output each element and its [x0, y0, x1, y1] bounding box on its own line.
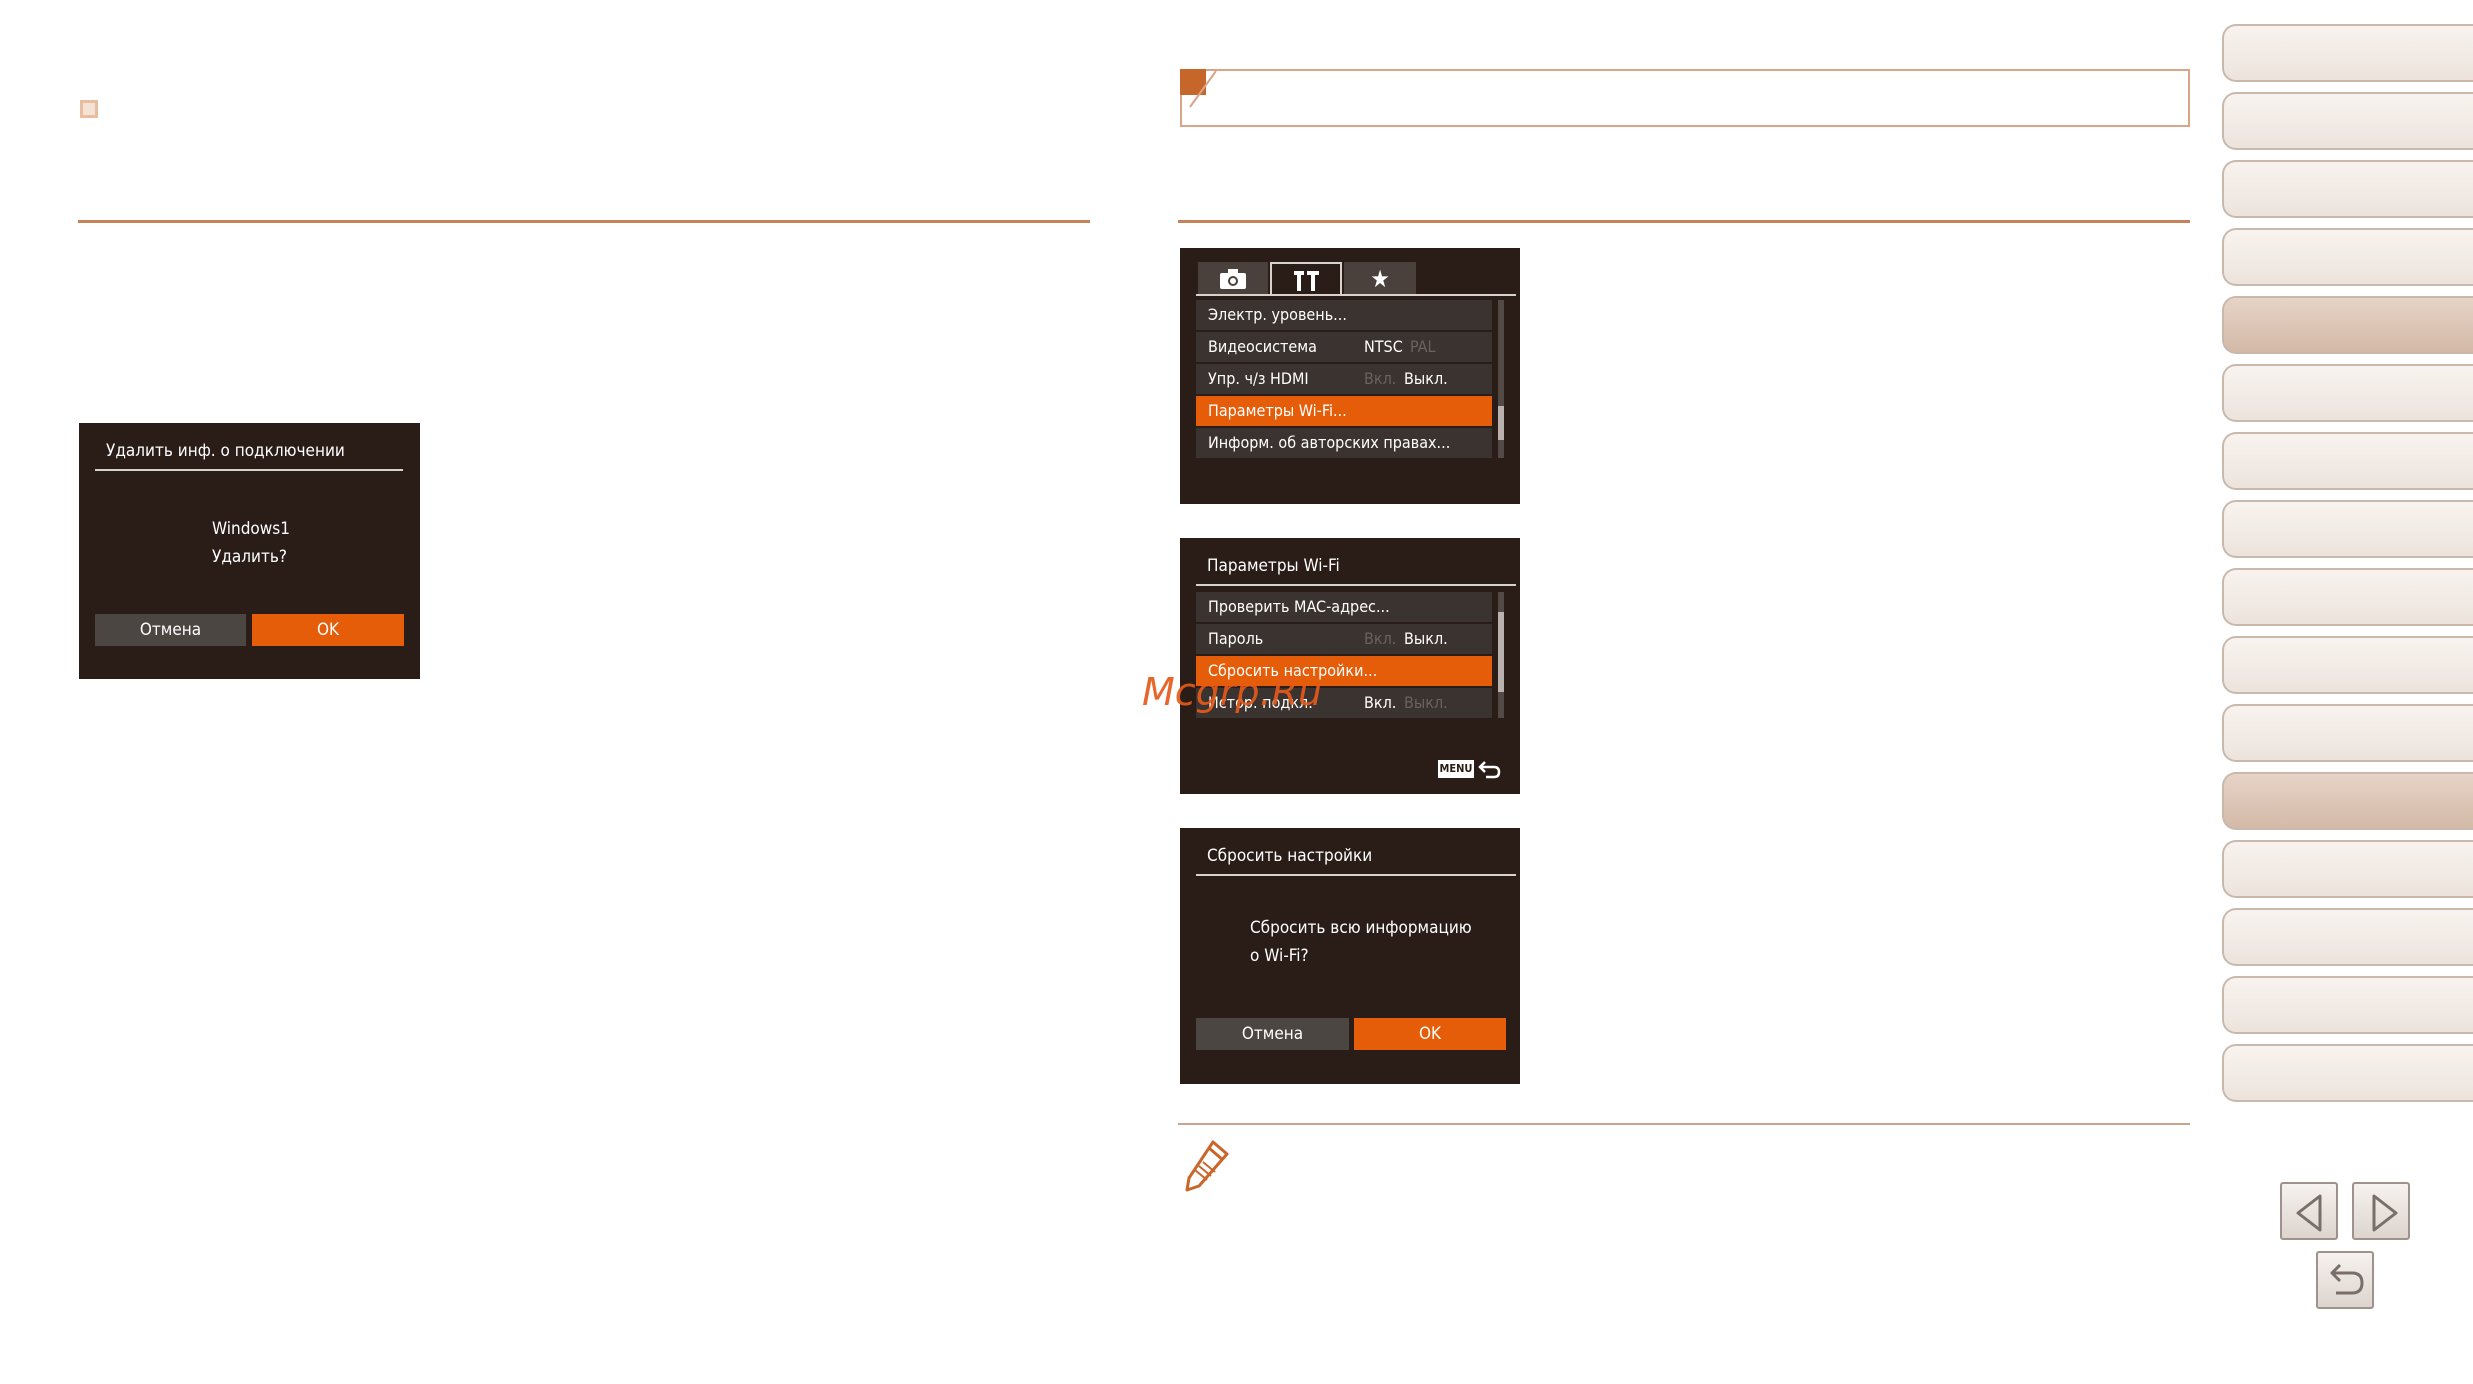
reset-settings-screen: Сбросить настройки Сбросить всю информац… [1180, 828, 1520, 1084]
row-label: Параметры Wi-Fi... [1208, 401, 1347, 420]
device-name: Windows1 [212, 519, 290, 539]
chapter-tab-8[interactable] [2222, 500, 2473, 558]
camera-icon [1220, 269, 1246, 289]
option-off: Выкл. [1404, 629, 1448, 648]
reset-question-line1: Сбросить всю информацию [1250, 918, 1472, 938]
chapter-tab-6[interactable] [2222, 364, 2473, 422]
row-label: Электр. уровень... [1208, 305, 1347, 324]
scrollbar[interactable] [1498, 592, 1504, 718]
scrollbar-thumb[interactable] [1498, 612, 1504, 692]
chapter-tab-12[interactable] [2222, 772, 2473, 830]
tab-settings[interactable] [1270, 262, 1342, 296]
pencil-icon [1185, 1140, 1229, 1192]
star-icon: ★ [1370, 265, 1390, 293]
delete-connection-screen: Удалить инф. о подключении Windows1 Удал… [79, 423, 420, 679]
wifi-row-mac[interactable]: Проверить MAC-адрес... [1196, 592, 1492, 622]
screen-title: Удалить инф. о подключении [106, 441, 345, 461]
ok-button[interactable]: OK [1354, 1018, 1506, 1050]
chapter-tab-4[interactable] [2222, 228, 2473, 286]
menu-row-hdmi[interactable]: Упр. ч/з HDMI Вкл. Выкл. [1196, 364, 1492, 394]
left-section-rule [78, 220, 1090, 223]
chapter-tab-9[interactable] [2222, 568, 2473, 626]
row-label: Видеосистема [1208, 337, 1317, 356]
scrollbar-thumb[interactable] [1498, 406, 1504, 440]
settings-menu-screen: ★ Электр. уровень... Видеосистема NTSC P… [1180, 248, 1520, 504]
chapter-tab-3[interactable] [2222, 160, 2473, 218]
row-label: Пароль [1208, 629, 1264, 648]
chapter-tab-1[interactable] [2222, 24, 2473, 82]
section-marker-icon [80, 100, 98, 118]
note-rule [1178, 1123, 2190, 1125]
wrench-icon [1294, 271, 1319, 291]
chapter-tab-7[interactable] [2222, 432, 2473, 490]
option-on: Вкл. [1364, 369, 1397, 388]
chapter-tab-10[interactable] [2222, 636, 2473, 694]
chapter-tab-11[interactable] [2222, 704, 2473, 762]
option-ntsc: NTSC [1364, 337, 1403, 356]
screen-title: Сбросить настройки [1207, 846, 1373, 866]
reset-question-line2: о Wi-Fi? [1250, 946, 1309, 966]
watermark: Mcgrp.Ru [1142, 670, 1323, 714]
chapter-tab-16[interactable] [2222, 1044, 2473, 1102]
menu-row-video-system[interactable]: Видеосистема NTSC PAL [1196, 332, 1492, 362]
option-off: Выкл. [1404, 369, 1448, 388]
wifi-settings-screen: Параметры Wi-Fi Проверить MAC-адрес... П… [1180, 538, 1520, 794]
title-divider [1196, 874, 1516, 876]
wifi-row-password[interactable]: Пароль Вкл. Выкл. [1196, 624, 1492, 654]
chapter-tab-14[interactable] [2222, 908, 2473, 966]
title-divider [95, 469, 403, 471]
row-label: Информ. об авторских правах... [1208, 433, 1451, 452]
scrollbar[interactable] [1498, 300, 1504, 458]
option-on: Вкл. [1364, 693, 1397, 712]
chapter-tab-15[interactable] [2222, 976, 2473, 1034]
ok-button[interactable]: OK [252, 614, 404, 646]
menu-row-level[interactable]: Электр. уровень... [1196, 300, 1492, 330]
tab-my-menu[interactable]: ★ [1344, 262, 1416, 296]
tab-camera[interactable] [1198, 262, 1268, 296]
option-on: Вкл. [1364, 629, 1397, 648]
cancel-button[interactable]: Отмена [1196, 1018, 1349, 1050]
section-header-box [1180, 69, 2190, 127]
menu-key-badge: MENU [1438, 760, 1474, 778]
right-section-rule [1178, 220, 2190, 223]
next-page-button[interactable] [2352, 1182, 2410, 1240]
cancel-button[interactable]: Отмена [95, 614, 246, 646]
option-off: Выкл. [1404, 693, 1448, 712]
arrow-left-icon [2296, 1194, 2322, 1232]
screen-title: Параметры Wi-Fi [1207, 556, 1340, 576]
prev-page-button[interactable] [2280, 1182, 2338, 1240]
row-label: Упр. ч/з HDMI [1208, 369, 1309, 388]
row-label: Проверить MAC-адрес... [1208, 597, 1390, 616]
chapter-tab-5[interactable] [2222, 296, 2473, 354]
delete-question: Удалить? [212, 547, 288, 567]
chapter-tab-2[interactable] [2222, 92, 2473, 150]
back-arrow-icon [1478, 761, 1501, 779]
tab-underline [1196, 294, 1516, 296]
return-button[interactable] [2316, 1251, 2374, 1309]
arrow-right-icon [2372, 1194, 2398, 1232]
header-corner-slash [1189, 70, 1217, 108]
menu-row-wifi-settings[interactable]: Параметры Wi-Fi... [1196, 396, 1492, 426]
title-divider [1196, 584, 1516, 586]
chapter-tab-13[interactable] [2222, 840, 2473, 898]
menu-row-copyright[interactable]: Информ. об авторских правах... [1196, 428, 1492, 458]
option-pal: PAL [1410, 337, 1436, 356]
return-icon [2330, 1263, 2364, 1295]
